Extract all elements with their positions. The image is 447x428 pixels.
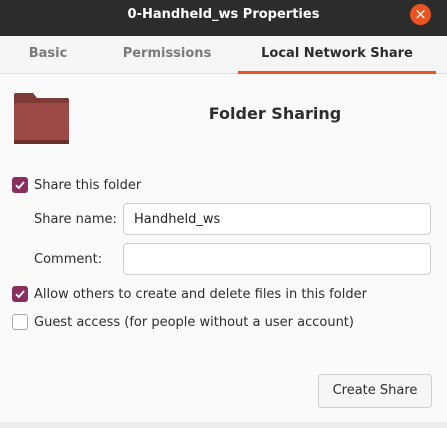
title-bar[interactable]: 0-Handheld_ws Properties × — [0, 0, 447, 36]
close-button[interactable]: × — [410, 4, 431, 25]
guest-access-label: Guest access (for people without a user … — [34, 314, 354, 330]
checkbox-unchecked[interactable] — [12, 314, 28, 330]
checkmark-icon — [15, 290, 25, 299]
create-share-button[interactable]: Create Share — [318, 374, 432, 408]
folder-icon — [13, 92, 71, 146]
share-name-label: Share name: — [34, 212, 117, 227]
tab-permissions[interactable]: Permissions — [96, 36, 238, 74]
properties-window: 0-Handheld_ws Properties × Basic Permiss… — [0, 0, 447, 428]
share-folder-label: Share this folder — [34, 177, 142, 193]
checkbox-checked[interactable] — [12, 286, 28, 302]
section-title: Folder Sharing — [208, 104, 342, 123]
share-folder-checkbox[interactable]: Share this folder — [12, 175, 141, 195]
tab-basic[interactable]: Basic — [0, 36, 96, 74]
close-icon: × — [414, 5, 427, 23]
share-name-input[interactable] — [123, 203, 431, 235]
checkbox-checked[interactable] — [12, 177, 28, 193]
checkmark-icon — [15, 181, 25, 190]
window-footer — [0, 422, 447, 428]
allow-others-checkbox[interactable]: Allow others to create and delete files … — [12, 284, 367, 304]
tab-local-network-share[interactable]: Local Network Share — [238, 36, 436, 74]
tab-bar: Basic Permissions Local Network Share — [0, 36, 447, 74]
comment-input[interactable] — [123, 243, 431, 275]
allow-others-label: Allow others to create and delete files … — [34, 286, 367, 302]
guest-access-checkbox[interactable]: Guest access (for people without a user … — [12, 312, 354, 332]
active-tab-indicator — [238, 71, 436, 74]
comment-label: Comment: — [34, 252, 103, 267]
window-title: 0-Handheld_ws Properties — [127, 7, 320, 22]
